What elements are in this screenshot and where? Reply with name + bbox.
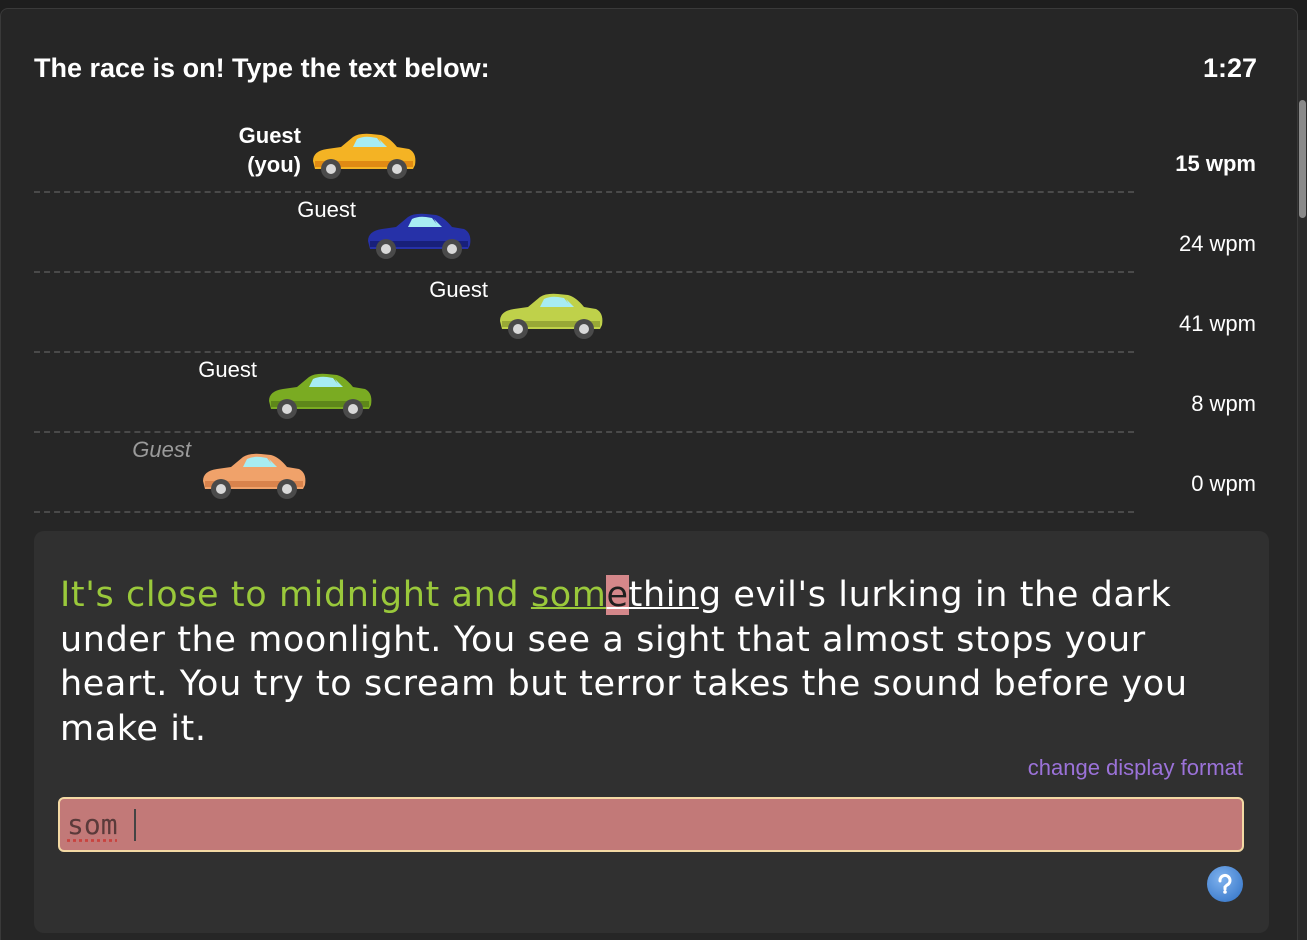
help-icon[interactable]	[1207, 866, 1243, 902]
race-title: The race is on! Type the text below:	[34, 53, 490, 83]
typing-panel: It's close to midnight and something evi…	[34, 531, 1269, 933]
racer-name-text: Guest	[238, 123, 301, 148]
car-icon	[500, 293, 603, 339]
race-lane: Guest 0 wpm	[34, 433, 1256, 513]
racer-wpm: 15 wpm	[1175, 151, 1256, 176]
racer-name-text: Guest	[132, 437, 191, 462]
racer-wpm: 8 wpm	[1191, 391, 1256, 416]
typing-input[interactable]: som	[58, 797, 1244, 852]
racer-name-text: Guest	[297, 197, 356, 222]
passage-typed-word-part: som	[530, 575, 607, 615]
race-lane: Guest 24 wpm	[34, 193, 1256, 273]
car-icon	[313, 133, 416, 179]
passage-typed: It's close to midnight and	[60, 575, 531, 615]
racer-name: Guest	[198, 355, 257, 384]
scrollbar-thumb[interactable]	[1299, 100, 1306, 218]
race-lane: Guest 8 wpm	[34, 353, 1256, 433]
text-caret	[133, 808, 136, 841]
race-lane: Guest 41 wpm	[34, 273, 1256, 353]
help-glyph	[1218, 873, 1232, 894]
racer-wpm: 0 wpm	[1191, 471, 1256, 496]
racer-name-text: Guest	[198, 357, 257, 382]
racer-name: Guest	[429, 275, 488, 304]
change-display-format-link[interactable]: change display format	[1028, 755, 1243, 781]
scrollbar[interactable]	[1298, 30, 1307, 940]
racer-name: Guest (you)	[239, 121, 301, 179]
racer-name: Guest	[132, 435, 191, 464]
car-icon	[203, 453, 306, 499]
race-panel: The race is on! Type the text below: 1:2…	[0, 8, 1298, 940]
racer-name-text: Guest	[429, 277, 488, 302]
car-icon	[368, 213, 471, 259]
passage-text: It's close to midnight and something evi…	[60, 573, 1245, 751]
passage-error-char: e	[606, 575, 629, 615]
racer-wpm: 41 wpm	[1178, 311, 1256, 336]
typing-input-value: som	[67, 808, 118, 841]
racer-name: Guest	[297, 195, 356, 224]
race-lane: Guest (you) 15 wpm	[34, 113, 1256, 193]
racer-wpm: 24 wpm	[1178, 231, 1256, 256]
car-icon	[269, 373, 372, 419]
race-timer: 1:27	[1202, 53, 1257, 83]
passage-current-word: thin	[628, 575, 699, 615]
racer-name-you: (you)	[247, 152, 301, 177]
